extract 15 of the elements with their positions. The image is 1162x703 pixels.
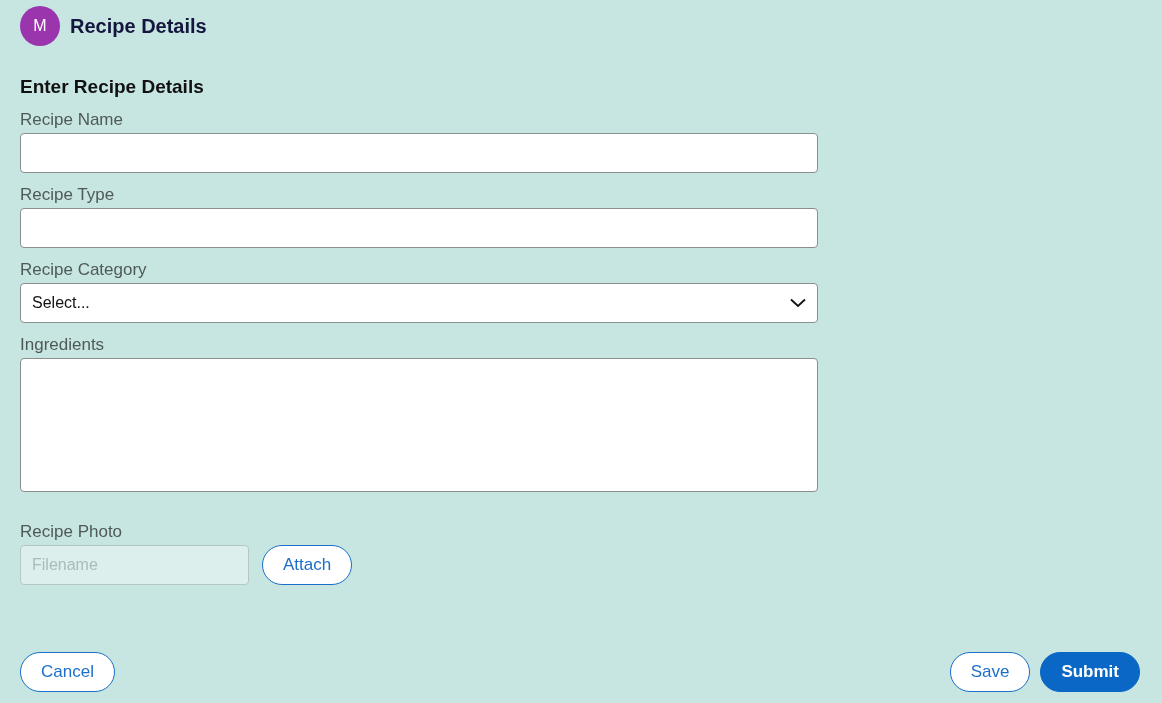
- field-label: Ingredients: [20, 335, 106, 355]
- page-title: Recipe Details: [70, 14, 207, 38]
- chevron-down-icon: [790, 298, 806, 308]
- action-button[interactable]: Submit: [1040, 652, 1140, 692]
- form-heading: Enter Recipe Details: [20, 76, 205, 98]
- field-label: Recipe Category: [20, 260, 148, 280]
- action-button[interactable]: Cancel: [20, 652, 115, 692]
- field-label: Recipe Photo: [20, 522, 124, 542]
- field-label: Recipe Name: [20, 110, 124, 130]
- field-label: Recipe Type: [20, 185, 116, 205]
- category-dropdown[interactable]: Select...: [20, 283, 818, 323]
- text-input-field[interactable]: [20, 133, 818, 173]
- action-button[interactable]: Save: [949, 652, 1031, 692]
- avatar: M: [20, 6, 60, 46]
- text-input-field[interactable]: [20, 208, 818, 248]
